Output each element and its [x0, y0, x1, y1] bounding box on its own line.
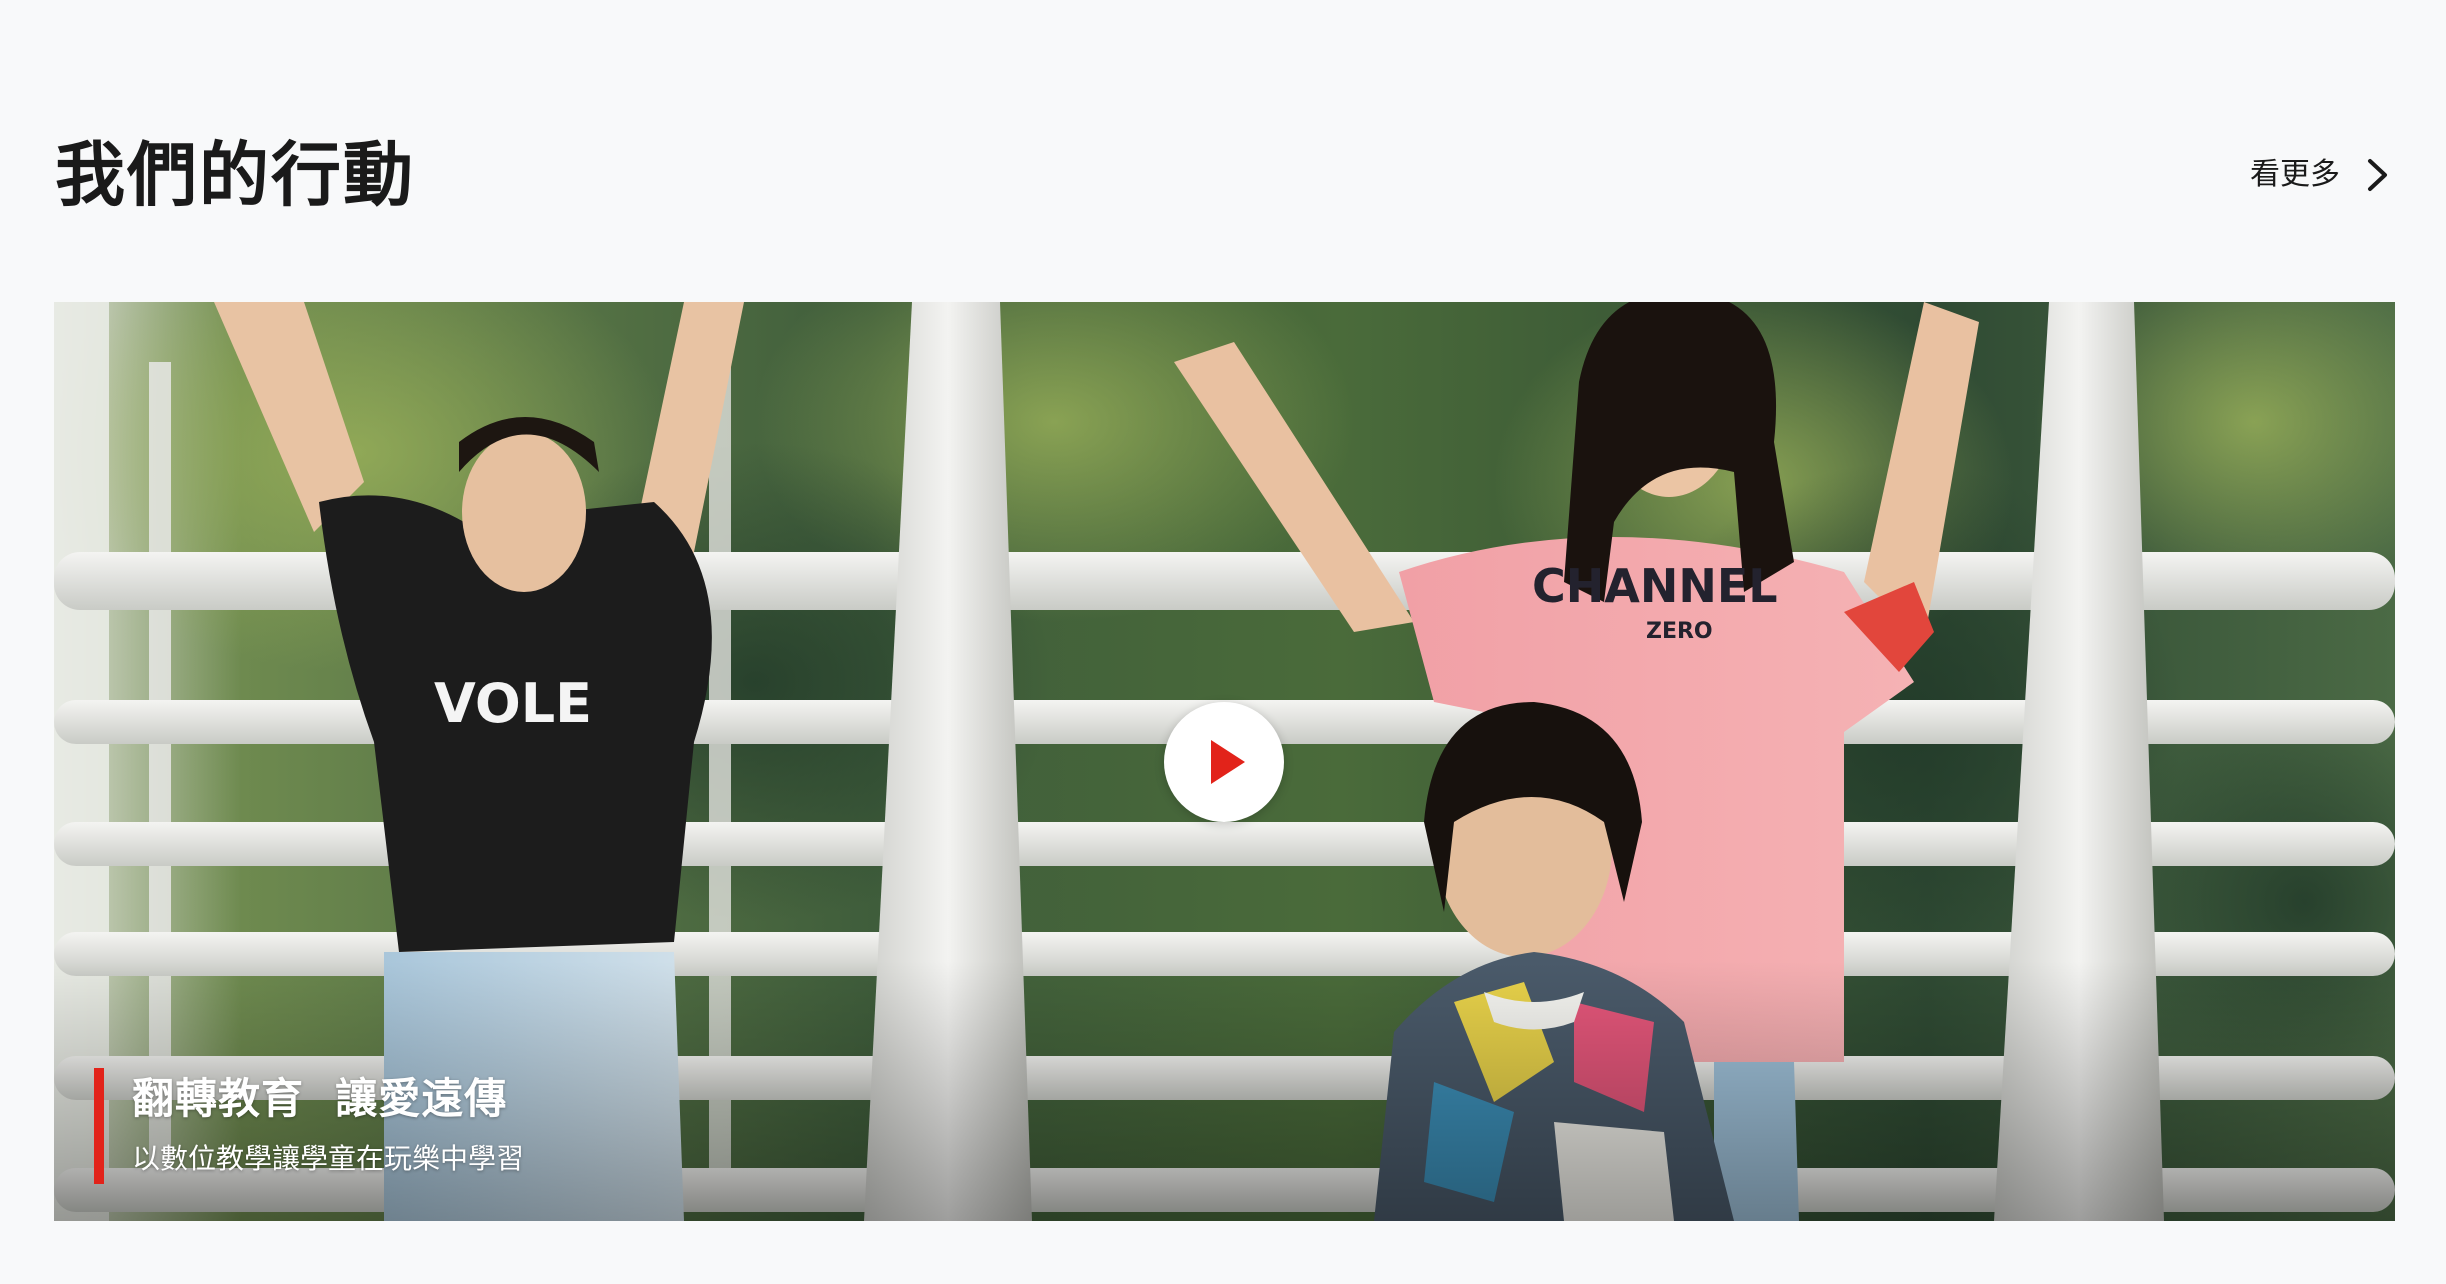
play-icon [1211, 740, 1245, 784]
video-title: 翻轉教育 讓愛遠傳 [132, 1074, 508, 1123]
video-caption: 翻轉教育 讓愛遠傳 以數位教學讓學童在玩樂中學習 [94, 1068, 524, 1188]
video-card[interactable]: VOLE CHANNEL ZERO 翻轉教育 讓愛遠傳 以數位教學讓學童在玩樂中… [54, 302, 2395, 1221]
chevron-right-icon [2368, 159, 2387, 191]
section-title: 我們的行動 [55, 134, 415, 216]
page: 我們的行動 看更多 VOLE CHANNEL ZERO 翻轉教育 讓愛遠傳 以數… [0, 0, 2446, 1284]
shirt-subtext: ZERO [1646, 619, 1713, 644]
caption-accent-bar [94, 1068, 104, 1184]
see-more-link[interactable]: 看更多 [2250, 147, 2392, 203]
play-button[interactable] [1164, 702, 1284, 822]
section-header: 我們的行動 看更多 [55, 125, 2392, 225]
see-more-label: 看更多 [2250, 157, 2340, 192]
shirt-text: CHANNEL [1532, 559, 1778, 613]
shirt-text-left: VOLE [434, 672, 592, 735]
video-subtitle: 以數位教學讓學童在玩樂中學習 [132, 1142, 525, 1175]
